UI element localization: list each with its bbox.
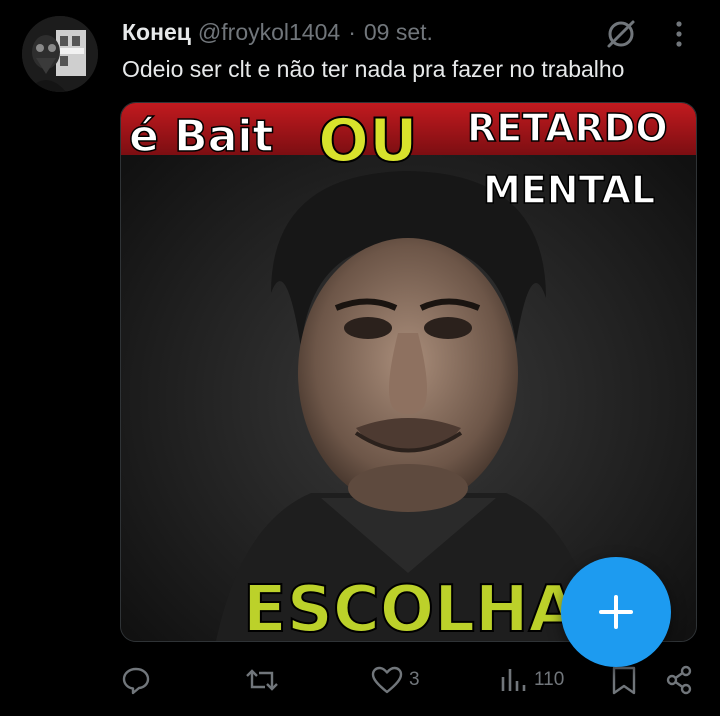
views-count: 110 [534, 669, 565, 690]
like-button[interactable]: 3 [371, 658, 420, 702]
views-icon [501, 669, 526, 691]
grok-icon[interactable] [603, 16, 639, 52]
views-button[interactable]: 110 [498, 658, 564, 702]
retweet-button[interactable] [245, 658, 279, 702]
meme-text-bottom: ESCOLHA. [243, 573, 604, 641]
timestamp[interactable]: 09 set. [364, 19, 433, 46]
meme-text-top-left: é Bait [129, 111, 274, 162]
share-button[interactable] [664, 658, 694, 702]
meme-text-top-right-line1: RETARDO [467, 106, 668, 150]
like-count: 3 [409, 669, 420, 690]
avatar-image [22, 16, 98, 92]
compose-button[interactable] [561, 557, 671, 667]
reply-icon [122, 667, 150, 695]
retweet-icon [246, 669, 278, 691]
avatar[interactable] [22, 16, 98, 92]
share-icon [666, 665, 692, 695]
tweet-text: Odeio ser clt e não ter nada pra fazer n… [122, 56, 625, 82]
user-handle[interactable]: @froykol1404 [198, 19, 340, 46]
meme-text-top-middle: OU [318, 106, 418, 176]
plus-icon [599, 595, 633, 629]
heart-icon [371, 666, 403, 694]
bookmark-icon [612, 666, 636, 695]
meme-text-top-right-line2: MENTAL [483, 168, 655, 212]
reply-button[interactable] [121, 658, 151, 702]
more-options-icon[interactable] [668, 18, 690, 50]
tweet-header: Конец @froykol1404 · 09 set. [122, 14, 433, 50]
separator-dot: · [348, 18, 356, 45]
display-name[interactable]: Конец [122, 19, 191, 46]
